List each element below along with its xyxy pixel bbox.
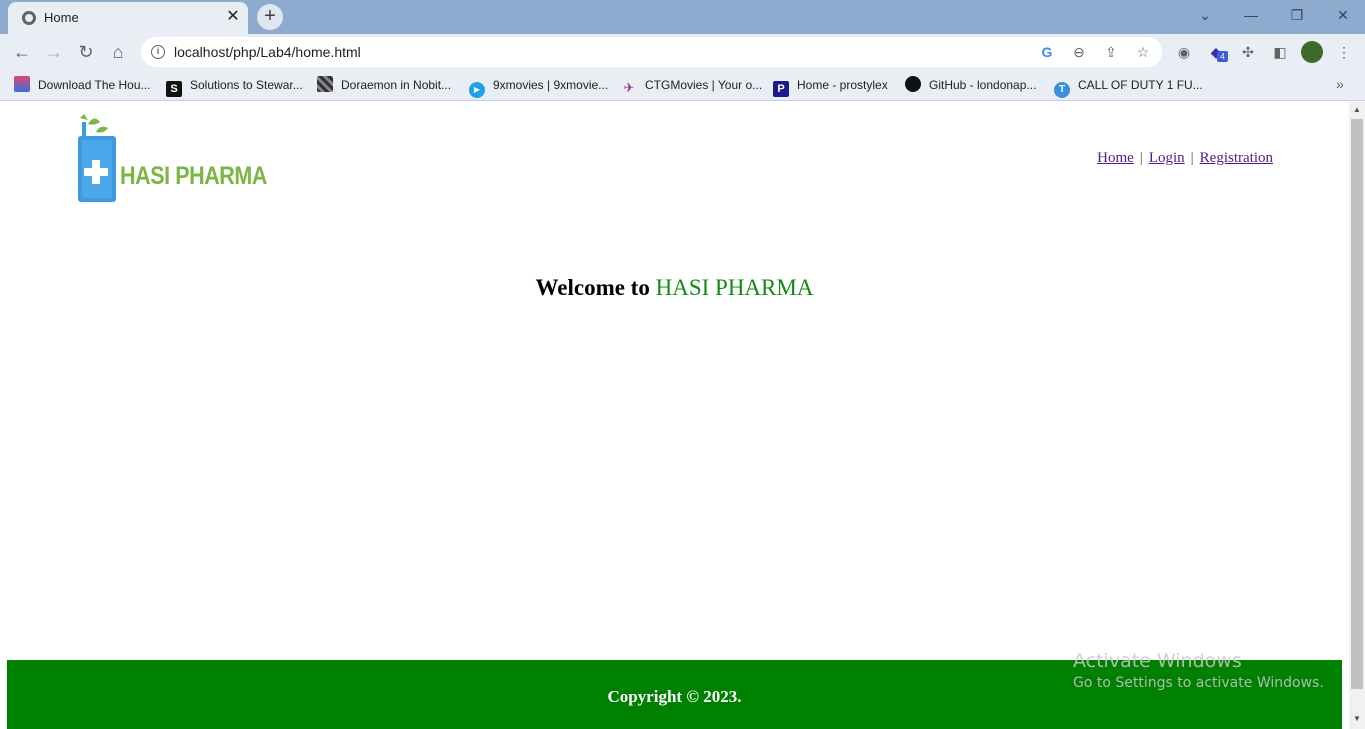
windows-activation-watermark: Activate Windows Go to Settings to activ… [1073, 650, 1324, 691]
bookmark-item[interactable]: Doraemon in Nobit... [317, 76, 451, 94]
profile-avatar[interactable] [1301, 41, 1323, 63]
nav-home-link[interactable]: Home [1097, 150, 1134, 166]
bookmark-item[interactable]: P Home - prostylex [773, 76, 888, 97]
browser-titlebar: Home ✕ + ⌄ — ❐ ✕ [0, 0, 1365, 34]
extension-record-icon[interactable]: ◉ [1174, 42, 1194, 62]
bookmark-item[interactable]: GitHub - londonap... [905, 76, 1036, 94]
back-button[interactable]: ← [10, 40, 34, 64]
watermark-title: Activate Windows [1073, 650, 1242, 672]
bookmark-star-icon[interactable]: ☆ [1134, 43, 1152, 61]
share-icon[interactable]: ⇪ [1102, 43, 1120, 61]
logo-text: HASI PHARMA [120, 162, 267, 190]
welcome-brand: HASI PHARMA [655, 275, 814, 300]
welcome-prefix: Welcome to [535, 275, 650, 300]
extension-badge-count: 4 [1217, 51, 1228, 62]
nav-separator: | [1190, 150, 1194, 166]
close-window-button[interactable]: ✕ [1328, 4, 1358, 26]
nav-registration-link[interactable]: Registration [1200, 150, 1273, 166]
bookmark-item[interactable]: Download The Hou... [14, 76, 151, 94]
browser-toolbar: ← → ↻ ⌂ i localhost/php/Lab4/home.html G… [0, 34, 1365, 70]
bookmark-item[interactable]: ✈ CTGMovies | Your o... [621, 76, 763, 95]
scroll-thumb[interactable] [1351, 119, 1363, 689]
globe-icon [22, 11, 36, 25]
t-icon: T [1054, 82, 1070, 98]
menu-kebab-icon[interactable]: ⋮ [1334, 42, 1354, 62]
nav-login-link[interactable]: Login [1149, 150, 1185, 166]
minimize-button[interactable]: — [1236, 4, 1266, 26]
vertical-scrollbar[interactable]: ▲ ▼ [1349, 102, 1365, 729]
scroll-up-arrow-icon[interactable]: ▲ [1353, 105, 1361, 114]
bookmark-item[interactable]: T CALL OF DUTY 1 FU... [1054, 76, 1203, 98]
play-icon: ▶ [469, 82, 485, 98]
site-info-icon[interactable]: i [151, 45, 165, 59]
s-icon: S [166, 81, 182, 97]
nav-separator: | [1139, 150, 1143, 166]
puzzle-icon[interactable]: ✣ [1238, 42, 1258, 62]
rainbow-icon [14, 76, 30, 92]
reload-button[interactable]: ↻ [74, 40, 98, 64]
github-icon [905, 76, 921, 92]
tab-home[interactable]: Home ✕ [8, 2, 248, 34]
bookmark-item[interactable]: S Solutions to Stewar... [166, 76, 303, 97]
home-button[interactable]: ⌂ [106, 40, 130, 64]
zoom-icon[interactable]: ⊖ [1070, 43, 1088, 61]
extension-badge-icon[interactable]: ◆ 4 [1206, 42, 1228, 62]
side-panel-icon[interactable]: ◧ [1270, 42, 1290, 62]
bookmark-item[interactable]: ▶ 9xmovies | 9xmovie... [469, 76, 608, 98]
tab-title: Home [44, 10, 79, 25]
restore-button[interactable]: ❐ [1282, 4, 1312, 26]
top-nav: Home | Login | Registration [1097, 150, 1273, 167]
bookmarks-bar: Download The Hou... S Solutions to Stewar… [0, 70, 1365, 101]
scroll-down-arrow-icon[interactable]: ▼ [1353, 714, 1361, 723]
new-tab-button[interactable]: + [257, 4, 283, 30]
forward-button[interactable]: → [42, 40, 66, 64]
site-logo: HASI PHARMA [74, 112, 267, 204]
watermark-subtitle: Go to Settings to activate Windows. [1073, 675, 1324, 691]
plane-icon: ✈ [623, 80, 635, 95]
tab-search-icon[interactable]: ⌄ [1190, 4, 1220, 26]
web-page: HASI PHARMA Home | Login | Registration Welc… [0, 102, 1349, 729]
close-tab-icon[interactable]: ✕ [224, 8, 242, 26]
p-icon: P [773, 81, 789, 97]
welcome-heading: Welcome to HASI PHARMA [0, 275, 1349, 301]
bookmarks-overflow-icon[interactable]: » [1336, 76, 1344, 92]
address-bar[interactable]: i localhost/php/Lab4/home.html G ⊖ ⇪ ☆ [141, 37, 1162, 67]
mosaic-icon [317, 76, 333, 92]
google-icon[interactable]: G [1038, 43, 1056, 61]
url-text[interactable]: localhost/php/Lab4/home.html [174, 44, 361, 60]
